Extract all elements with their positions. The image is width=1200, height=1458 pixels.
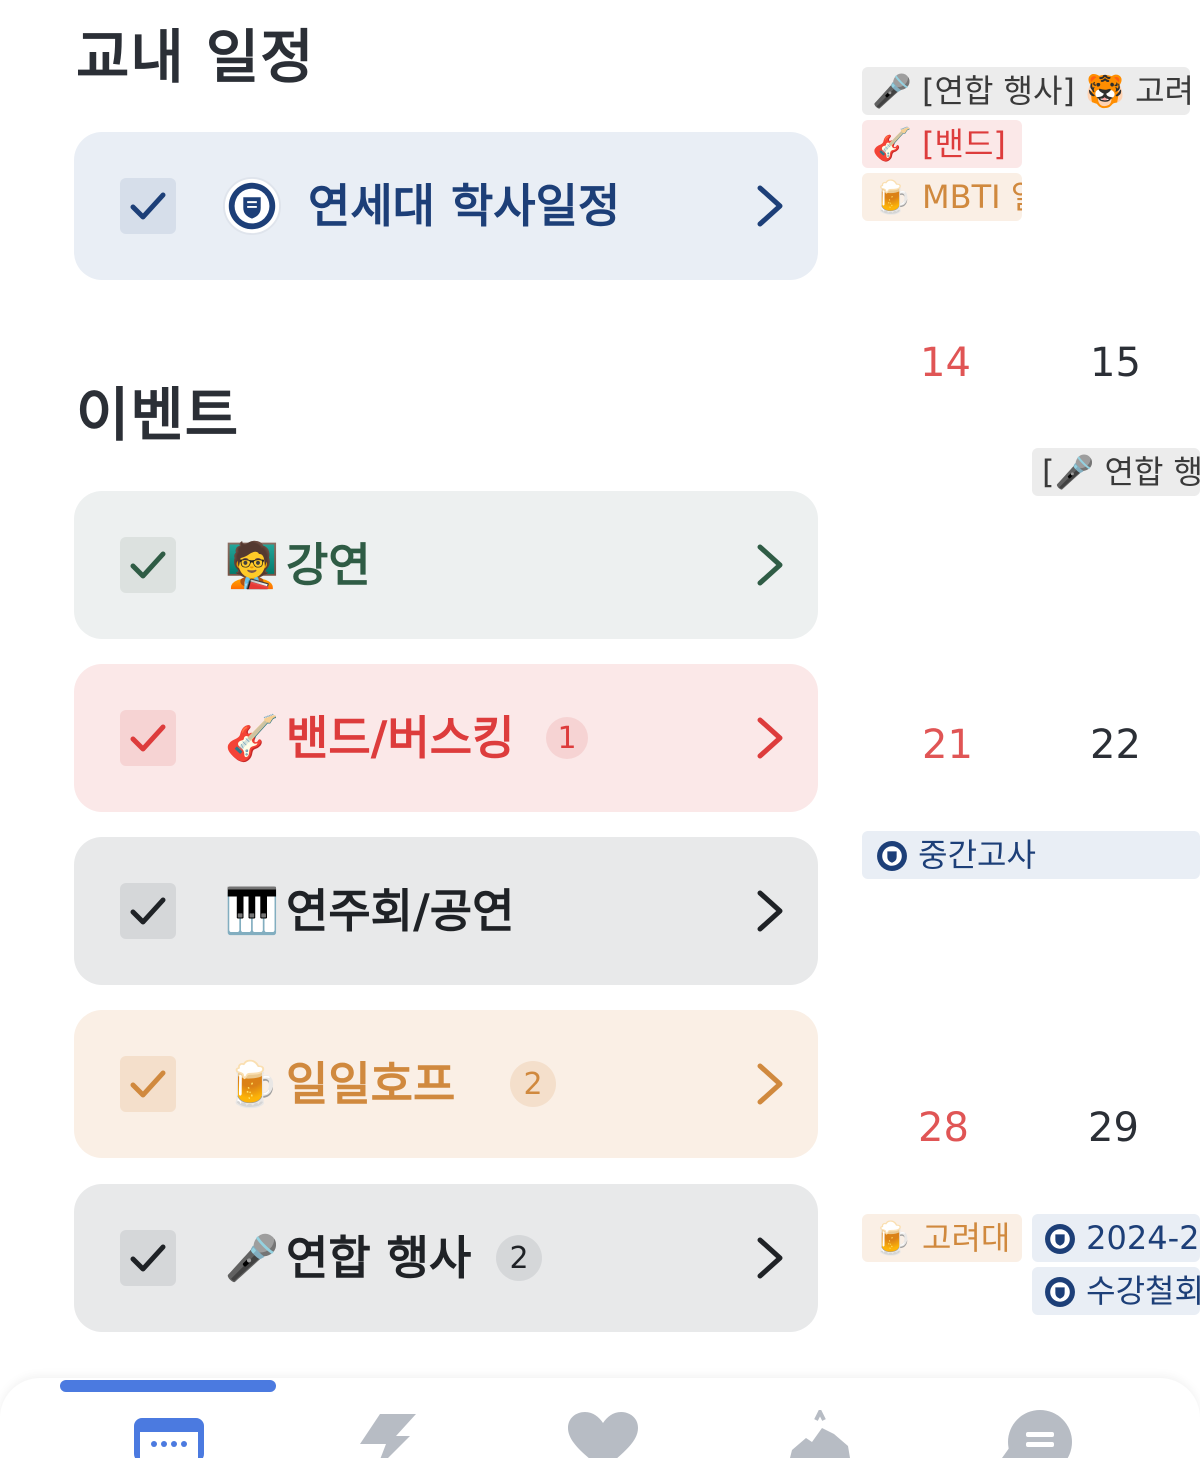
yonsei-logo-icon [222,176,282,236]
calendar-event-chip[interactable]: 🎤 [연합 행사] 🐯 고려 [862,67,1190,115]
event-label-band: 밴드/버스킹 [286,711,515,765]
nav-active-indicator [60,1380,276,1392]
event-count-badge: 1 [546,717,588,759]
calendar-event-chip[interactable]: [🎤 연합 행 [1032,448,1200,496]
calendar-event-text: 수강철회 [1086,1272,1200,1310]
teacher-emoji-icon: 🧑‍🏫 [224,540,280,591]
event-card-concert[interactable]: 🎹 연주회/공연 [74,837,818,985]
map-icon[interactable] [786,1410,856,1458]
calendar-event-chip[interactable]: 수강철회 [1032,1267,1200,1315]
calendar-event-chip[interactable]: 🍺 MBTI 일 [862,173,1022,221]
yonsei-logo-icon [1045,1224,1075,1254]
check-icon [130,1244,166,1272]
chevron-right-icon[interactable] [752,1060,788,1108]
heart-icon[interactable] [564,1410,642,1458]
guitar-emoji-icon: 🎸 [872,125,912,163]
calendar-event-text: 고려대 [922,1219,1011,1257]
event-label-union: 연합 행사 [286,1231,472,1285]
chevron-right-icon[interactable] [752,714,788,762]
bolt-icon[interactable] [352,1410,422,1458]
calendar-icon[interactable] [132,1410,206,1458]
events-section-title: 이벤트 [76,381,240,449]
chevron-right-icon[interactable] [752,887,788,935]
event-checkbox-union[interactable] [120,1230,176,1286]
check-icon [130,724,166,752]
calendar-event-chip[interactable]: 2024-2 [1032,1214,1200,1262]
calendar-event-chip[interactable]: 🍺 고려대 [862,1214,1022,1262]
event-card-union[interactable]: 🎤 연합 행사 2 [74,1184,818,1332]
microphone-emoji-icon: 🎤 [224,1233,280,1284]
microphone-emoji-icon: 🎤 [872,72,912,110]
calendar-event-chip[interactable]: 중간고사 [862,831,1200,879]
event-card-hof[interactable]: 🍺 일일호프 2 [74,1010,818,1158]
calendar-event-text: MBTI 일 [922,178,1022,216]
event-label-lecture: 강연 [286,538,371,592]
calendar-day-sunday[interactable]: 21 [922,722,973,768]
calendar-event-text: [밴드] 🔥 [922,125,1022,163]
event-checkbox-hof[interactable] [120,1056,176,1112]
chevron-right-icon[interactable] [752,541,788,589]
beer-emoji-icon: 🍺 [872,1219,912,1257]
check-icon [130,897,166,925]
chat-icon[interactable] [998,1410,1078,1458]
calendar-day[interactable]: 15 [1090,340,1141,386]
calendar-day[interactable]: 22 [1090,722,1141,768]
event-card-lecture[interactable]: 🧑‍🏫 강연 [74,491,818,639]
beer-emoji-icon: 🍺 [872,178,912,216]
event-label-concert: 연주회/공연 [286,884,515,938]
event-checkbox-band[interactable] [120,710,176,766]
event-count-badge: 2 [496,1235,542,1281]
school-calendar-card[interactable]: 연세대 학사일정 [74,132,818,280]
calendar-event-text: [🎤 연합 행 [1042,453,1200,491]
yonsei-logo-icon [1045,1277,1075,1307]
yonsei-logo-icon [877,841,907,871]
event-label-hof: 일일호프 [286,1057,456,1111]
school-section-title: 교내 일정 [76,23,315,91]
calendar-event-text: [연합 행사] 🐯 고려 [922,72,1190,110]
calendar-day-sunday[interactable]: 28 [918,1105,969,1151]
check-icon [130,1070,166,1098]
school-calendar-label: 연세대 학사일정 [308,179,621,233]
chevron-right-icon[interactable] [752,182,788,230]
event-checkbox-concert[interactable] [120,883,176,939]
calendar-event-text: 2024-2 [1086,1219,1200,1257]
calendar-event-text: 중간고사 [918,836,1036,874]
calendar-day[interactable]: 29 [1088,1105,1139,1151]
calendar-event-chip[interactable]: 🎸 [밴드] 🔥 [862,120,1022,168]
event-checkbox-lecture[interactable] [120,537,176,593]
beer-emoji-icon: 🍺 [224,1059,280,1110]
chevron-right-icon[interactable] [752,1234,788,1282]
piano-emoji-icon: 🎹 [224,886,280,937]
school-calendar-checkbox[interactable] [120,178,176,234]
check-icon [130,192,166,220]
calendar-day-sunday[interactable]: 14 [920,340,971,386]
guitar-emoji-icon: 🎸 [224,713,280,764]
event-count-badge: 2 [510,1061,556,1107]
event-card-band[interactable]: 🎸 밴드/버스킹 1 [74,664,818,812]
check-icon [130,551,166,579]
